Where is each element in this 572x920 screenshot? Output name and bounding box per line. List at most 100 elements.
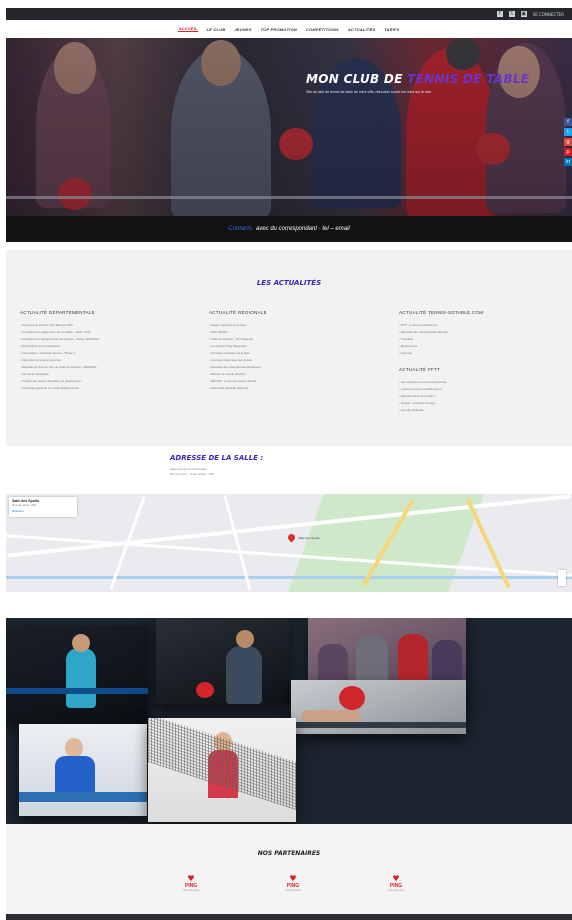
news-item[interactable]: RÉGION : le suivi des jeunes talents [209,378,374,385]
news-item[interactable]: Inscription aux stages d'été Jeunes Mixt… [20,329,185,336]
nav-item-competitions[interactable]: Compétitions [306,27,339,32]
news-item[interactable]: Assemblée générale du comité département… [20,385,185,392]
side-social-bar: f t g p in [564,118,572,166]
news-item[interactable]: Réunion du comité directeur [209,371,374,378]
news-column-heading: Actualité Régionale [209,310,267,315]
hero-title-main: Mon Club de [306,72,408,86]
news-list: WTT : le circuit professionnel Résultats… [399,322,564,357]
news-item[interactable]: La Lettre Fédérale [399,407,564,414]
news-item[interactable]: Calendrier de la saison sportive [20,357,185,364]
instagram-icon[interactable]: ▣ [520,11,527,17]
news-item[interactable]: Résultats des Championnats Régionaux [209,364,374,371]
news-item[interactable]: Résultats du Premier Tour du Critérium F… [20,364,185,371]
news-item[interactable]: Trophée des Jeunes Pongistes du départem… [20,378,185,385]
location-map[interactable]: Salle des Sports Salle des Sports Rue du… [6,494,572,592]
news-item[interactable]: Vainqueur du Premier Tour Equipes 2021 [20,322,185,329]
news-item[interactable]: Stages régionaux de la ligue [209,322,374,329]
address-title: Adresse de la salle : [170,454,264,462]
gallery-photo[interactable] [6,626,148,724]
news-item[interactable]: Réinscription aux compétitions [20,343,185,350]
table-surface [291,722,466,728]
map-pin-icon[interactable] [286,532,297,543]
partner-logo[interactable]: ♥ PING club partenaire [383,874,409,898]
news-item[interactable]: Assemblée générale régionale [209,385,374,392]
news-list: Vainqueur du Premier Tour Equipes 2021 I… [20,322,185,392]
nav-item-jeunes[interactable]: Jeunes [234,27,251,32]
news-item[interactable]: Les Français au tournoi international [399,379,564,386]
paddle-icon [196,682,214,698]
heart-icon: ♥ [289,874,297,883]
gallery-photo[interactable] [148,718,296,822]
hero-banner: Mon Club de Tennis de Table Site du club… [6,38,572,216]
map-river [6,576,572,579]
map-directions-link[interactable]: Itinéraire [12,509,74,513]
player-figure [66,648,96,708]
news-item[interactable]: Lancement de la nouvelle licence [399,386,564,393]
news-item[interactable]: Interview [399,350,564,357]
heart-icon: ♥ [392,874,400,883]
news-item[interactable]: Formation technique de la ligue [209,350,374,357]
partners-title: Nos partenaires [257,850,321,857]
contact-text: avec du correspondant · tel – email [255,226,350,232]
nav-item-actualites[interactable]: Actualités [348,27,375,32]
news-item[interactable]: Résultats des championnats d'Europe [399,329,564,336]
news-item[interactable]: Inscription aux championnats par équipes… [20,336,185,343]
partner-logo[interactable]: ♥ PING club partenaire [280,874,306,898]
news-item[interactable]: WTT : le circuit professionnel [399,322,564,329]
paddle-icon [339,686,365,710]
partner-logo[interactable]: ♥ PING club partenaire [178,874,204,898]
news-column-heading: Actualité Départementale [20,310,95,315]
news-item[interactable]: Les Coupes Ping Régionales [209,343,374,350]
hero-overlay [6,38,572,216]
table-surface [19,792,147,802]
linkedin-share-icon[interactable]: in [564,158,572,166]
nav-item-le-club[interactable]: Le Club [207,27,226,32]
news-list: Stages régionaux de la ligue PING SPORT … [209,322,374,392]
map-info-card: Salle des Sports Rue du sport, Ville Iti… [9,497,77,517]
news-item[interactable]: Tournoi de l'épiphanie [20,371,185,378]
pinterest-share-icon[interactable]: p [564,148,572,156]
player-figure [55,756,95,792]
news-item[interactable]: Agenda fédéral de la saison [399,393,564,400]
contact-highlight[interactable]: Contacts [228,226,252,232]
arm [301,710,361,722]
address-line: Rue du sport · Code postal · Ville [170,472,215,476]
news-item[interactable]: Equipements [399,343,564,350]
twitter-share-icon[interactable]: t [564,128,572,136]
hero-subtitle: Site du club de tennis de table de votre… [306,90,432,94]
news-item[interactable]: Critérium Fédéral – Tour Régional [209,336,374,343]
player-head [236,630,254,648]
news-column-departementale: Actualité Départementale Vainqueur du Pr… [20,310,185,392]
news-column-heading-fftt: Actualité FFTT [399,367,441,372]
news-column-heading: Actualité Tennis-Sdtable.com [399,310,484,315]
news-item[interactable]: Transferts [399,336,564,343]
nav-item-accueil[interactable]: Accueil [178,26,198,32]
gallery-photo[interactable] [291,680,466,734]
top-bar: f 𝕏 ▣ SE CONNECTER [6,8,572,20]
footer-bar [6,914,572,920]
news-list: Les Français au tournoi international La… [399,379,564,414]
address-line: Salle des sports Municipale [170,467,207,471]
twitter-icon[interactable]: 𝕏 [508,11,515,17]
nav-item-tarifs[interactable]: Tarifs [384,27,399,32]
partner-logo-sub: club partenaire [387,889,405,892]
news-item[interactable]: Convocation : Interclubs Jeunes – Phase … [20,350,185,357]
heart-icon: ♥ [187,874,195,883]
news-item[interactable]: Dossier : l'évolution du ping [399,400,564,407]
login-link[interactable]: SE CONNECTER [533,12,564,17]
gallery-photo[interactable] [19,724,147,816]
map-zoom-control[interactable] [558,570,566,586]
google-share-icon[interactable]: g [564,138,572,146]
main-nav: Accueil Le Club Jeunes Top Promotion Com… [6,20,572,38]
nav-item-top-promotion[interactable]: Top Promotion [261,27,297,32]
news-title: Les actualités [256,279,322,287]
gallery-photo[interactable] [156,618,289,704]
facebook-icon[interactable]: f [496,11,503,17]
contact-strip: Contacts avec du correspondant · tel – e… [6,216,572,242]
news-item[interactable]: PING SPORT [209,329,374,336]
news-item[interactable]: Journées Régionales des Jeunes [209,357,374,364]
partner-logo-sub: club partenaire [182,889,200,892]
facebook-share-icon[interactable]: f [564,118,572,126]
hero-title-accent: Tennis de Table [407,72,530,86]
map-highway [465,497,511,589]
